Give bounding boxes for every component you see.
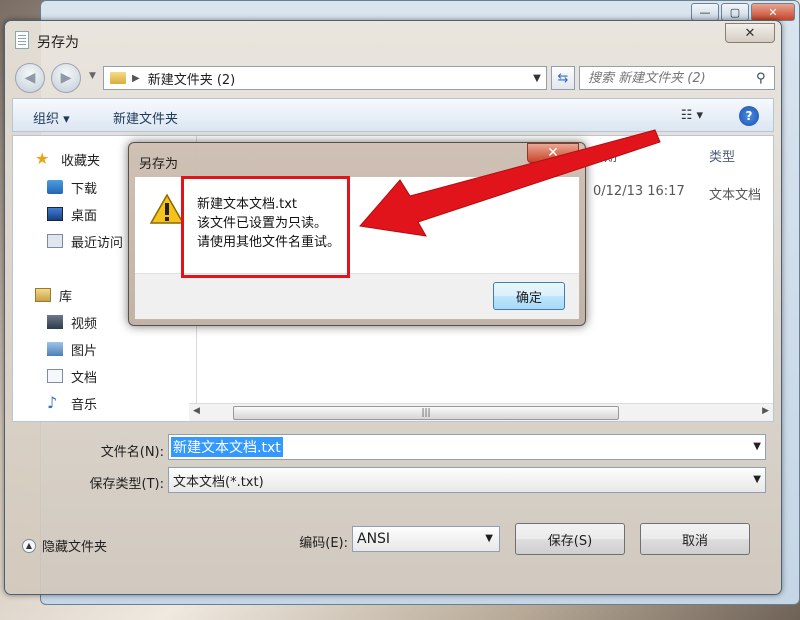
sidebar-item-label: 最近访问 <box>71 235 124 251</box>
search-icon[interactable]: ⚲ <box>756 71 774 86</box>
scroll-right-icon[interactable]: ▶ <box>762 406 769 416</box>
address-path[interactable]: 新建文件夹 (2) <box>148 69 528 88</box>
save-button[interactable]: 保存(S) <box>515 523 625 555</box>
annotation-highlight-box <box>181 176 350 278</box>
document-library-icon <box>47 369 63 383</box>
encoding-dropdown-icon[interactable]: ▼ <box>485 533 493 544</box>
encoding-label: 编码(E): <box>299 536 348 551</box>
sidebar-item-label: 图片 <box>71 343 98 359</box>
scroll-left-icon[interactable]: ◀ <box>193 406 200 416</box>
help-icon[interactable]: ? <box>739 106 759 126</box>
sidebar-item-desktop[interactable]: 桌面 <box>47 203 97 225</box>
column-header-type[interactable]: 类型 <box>709 146 735 165</box>
desktop-icon <box>47 207 63 221</box>
sidebar-item-label: 下载 <box>71 181 98 197</box>
minimize-button[interactable]: — <box>691 3 719 21</box>
filetype-dropdown-icon[interactable]: ▼ <box>753 474 761 485</box>
encoding-value: ANSI <box>357 531 391 547</box>
refresh-icon: ⇆ <box>557 70 569 86</box>
sidebar-item-label: 视频 <box>71 316 98 332</box>
sidebar-item-music[interactable]: ♪ 音乐 <box>47 392 97 414</box>
star-icon: ★ <box>35 149 50 168</box>
address-bar[interactable]: ▶ 新建文件夹 (2) ▼ <box>103 66 547 90</box>
notepad-icon <box>15 31 29 49</box>
view-options-button[interactable]: ☷ ▾ <box>681 108 703 123</box>
filetype-label: 保存类型(T): <box>89 477 164 492</box>
sidebar-item-label: 库 <box>59 289 73 305</box>
alert-close-button[interactable]: ✕ <box>527 143 579 163</box>
file-row-date[interactable]: 0/12/13 16:17 <box>593 184 685 199</box>
filename-dropdown-icon[interactable]: ▼ <box>753 441 761 452</box>
filetype-value: 文本文档(*.txt) <box>173 474 264 490</box>
sidebar-item-label: 收藏夹 <box>61 153 101 169</box>
organize-menu[interactable]: 组织 ▾ <box>33 108 70 127</box>
column-header-date[interactable]: 日期 <box>591 146 617 165</box>
filename-value[interactable]: 新建文本文档.txt <box>171 437 283 457</box>
search-input[interactable] <box>588 70 756 86</box>
filename-label: 文件名(N): <box>100 445 164 460</box>
download-folder-icon <box>47 180 63 194</box>
sidebar-item-label: 文档 <box>71 370 98 386</box>
hide-folders-toggle[interactable]: ▲ 隐藏文件夹 <box>22 536 107 555</box>
breadcrumb-chevron-icon[interactable]: ▶ <box>132 73 140 84</box>
refresh-button[interactable]: ⇆ <box>551 66 575 90</box>
folder-icon <box>110 72 126 84</box>
forward-button[interactable]: ▶ <box>51 63 81 93</box>
recent-places-icon <box>47 234 63 248</box>
search-box[interactable]: ⚲ <box>579 66 775 90</box>
address-dropdown-icon[interactable]: ▼ <box>528 73 546 84</box>
warning-icon <box>149 193 185 224</box>
forward-arrow-icon: ▶ <box>60 70 72 86</box>
sidebar-item-documents[interactable]: 文档 <box>47 365 97 387</box>
maximize-button[interactable]: ▢ <box>721 3 749 21</box>
filetype-select[interactable]: 文本文档(*.txt) ▼ <box>168 467 766 493</box>
video-library-icon <box>47 315 63 329</box>
encoding-select[interactable]: ANSI ▼ <box>352 526 500 552</box>
library-icon <box>35 288 51 302</box>
sidebar-item-recent[interactable]: 最近访问 <box>47 230 123 252</box>
sidebar-item-videos[interactable]: 视频 <box>47 311 97 333</box>
sidebar-item-pictures[interactable]: 图片 <box>47 338 97 360</box>
sidebar-item-libraries[interactable]: 库 <box>35 284 72 306</box>
collapse-arrow-icon: ▲ <box>22 538 36 553</box>
background-close-button[interactable]: ✕ <box>751 3 795 21</box>
cancel-button[interactable]: 取消 <box>640 523 750 555</box>
scrollbar-thumb[interactable]: ||| <box>233 406 619 420</box>
back-arrow-icon: ◀ <box>24 70 36 86</box>
sidebar-item-label: 桌面 <box>71 208 98 224</box>
new-folder-button[interactable]: 新建文件夹 <box>113 108 178 127</box>
navigation-row: ◀ ▶ ▼ ▶ 新建文件夹 (2) ▼ ⇆ ⚲ <box>13 63 775 93</box>
dialog-close-button[interactable]: ✕ <box>725 23 775 43</box>
horizontal-scrollbar[interactable]: ◀ ||| ▶ <box>189 403 773 421</box>
ok-button[interactable]: 确定 <box>493 282 565 310</box>
alert-title: 另存为 <box>139 157 179 172</box>
music-library-icon: ♪ <box>47 393 58 412</box>
background-window-controls: — ▢ ✕ <box>691 3 795 21</box>
command-toolbar: 组织 ▾ 新建文件夹 ☷ ▾ ? <box>12 98 774 132</box>
picture-library-icon <box>47 342 63 356</box>
title-bar: 另存为 ✕ <box>5 21 781 61</box>
hide-folders-label: 隐藏文件夹 <box>42 540 108 555</box>
sidebar-item-label: 音乐 <box>71 397 98 413</box>
recent-locations-dropdown-icon[interactable]: ▼ <box>89 71 96 81</box>
dialog-title: 另存为 <box>37 35 79 51</box>
alert-footer: 确定 <box>135 273 579 319</box>
back-button[interactable]: ◀ <box>15 63 45 93</box>
file-row-type[interactable]: 文本文档 <box>709 184 761 203</box>
sidebar-item-favorites[interactable]: ★ 收藏夹 <box>35 148 100 170</box>
filename-field[interactable]: 新建文本文档.txt ▼ <box>168 434 766 460</box>
sidebar-item-downloads[interactable]: 下载 <box>47 176 97 198</box>
